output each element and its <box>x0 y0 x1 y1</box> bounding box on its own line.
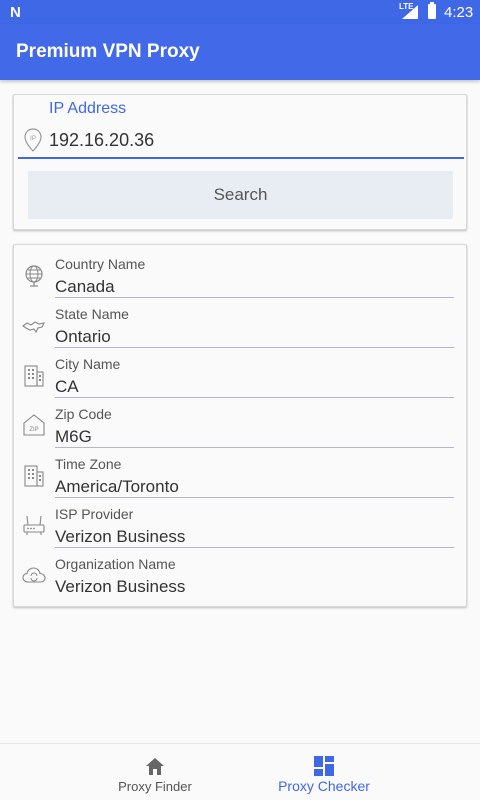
nav-proxy-checker[interactable]: Proxy Checker <box>244 744 404 800</box>
map-icon <box>22 321 45 334</box>
info-row-timezone: Time Zone America/Toronto <box>14 451 468 501</box>
info-label: Time Zone <box>55 456 122 472</box>
nav-proxy-finder[interactable]: Proxy Finder <box>75 744 235 800</box>
ip-address-label: IP Address <box>49 100 127 117</box>
info-label: City Name <box>55 356 121 372</box>
building-icon <box>24 465 44 487</box>
globe-icon <box>25 265 43 287</box>
cloud-sync-icon <box>22 567 46 583</box>
notification-n-icon: N <box>10 4 21 21</box>
info-row-zip: ZIP Zip Code M6G <box>14 401 468 451</box>
info-value: Verizon Business <box>55 577 186 596</box>
divider <box>55 447 454 448</box>
ip-info-card: Country Name Canada State Name Ontario C… <box>13 244 467 607</box>
info-row-country: Country Name Canada <box>14 251 468 301</box>
bottom-navigation: Proxy Finder Proxy Checker <box>0 743 480 800</box>
info-value: America/Toronto <box>55 477 179 496</box>
divider <box>55 547 454 548</box>
search-button[interactable]: Search <box>28 171 453 219</box>
router-icon <box>23 515 45 535</box>
signal-icon <box>402 5 418 19</box>
zip-icon: ZIP <box>23 414 45 436</box>
info-row-organization: Organization Name Verizon Business <box>14 551 468 601</box>
info-label: Zip Code <box>55 406 112 422</box>
info-label: Organization Name <box>55 556 176 572</box>
info-value: M6G <box>55 427 92 446</box>
status-time: 4:23 <box>444 4 474 21</box>
app-bar: Premium VPN Proxy <box>0 24 480 80</box>
info-value: Verizon Business <box>55 527 186 546</box>
building-icon <box>24 365 44 387</box>
info-row-city: City Name CA <box>14 351 468 401</box>
divider <box>55 347 454 348</box>
info-label: State Name <box>55 306 129 322</box>
svg-text:ZIP: ZIP <box>29 427 38 433</box>
battery-icon <box>428 2 436 19</box>
app-title: Premium VPN Proxy <box>16 41 200 62</box>
divider <box>55 397 454 398</box>
ip-address-input[interactable] <box>49 127 429 153</box>
home-icon <box>146 758 164 775</box>
divider <box>55 297 454 298</box>
info-label: ISP Provider <box>55 506 134 522</box>
info-value: Canada <box>55 277 115 296</box>
divider <box>55 497 454 498</box>
info-label: Country Name <box>55 256 146 272</box>
info-row-isp: ISP Provider Verizon Business <box>14 501 468 551</box>
info-value: CA <box>55 377 79 396</box>
svg-text:IP: IP <box>30 136 36 142</box>
info-row-state: State Name Ontario <box>14 301 468 351</box>
location-pin-icon: IP <box>24 128 42 152</box>
nav-label: Proxy Checker <box>278 778 370 794</box>
ip-search-card: IP Address IP Search <box>13 94 467 230</box>
dashboard-icon <box>314 756 334 776</box>
info-value: Ontario <box>55 327 111 346</box>
status-bar: N LTE 4:23 <box>0 0 480 24</box>
ip-input-underline <box>18 157 464 159</box>
nav-label: Proxy Finder <box>118 779 192 794</box>
